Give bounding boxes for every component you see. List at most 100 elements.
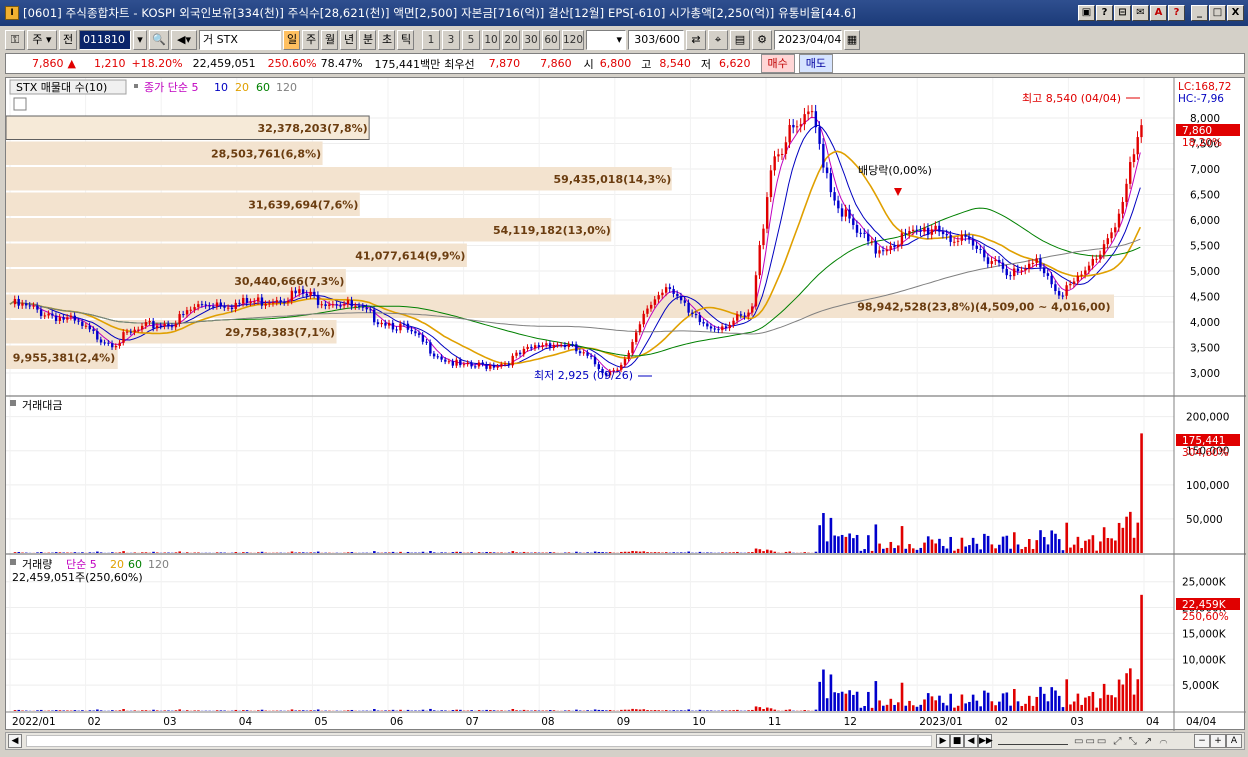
period-week[interactable]: 주 xyxy=(302,30,319,50)
volume-bar xyxy=(406,709,410,711)
minimize-button[interactable]: _ xyxy=(1191,5,1208,21)
candle-body xyxy=(425,341,428,343)
period-minute[interactable]: 분 xyxy=(359,30,376,50)
font-icon[interactable]: A xyxy=(1150,5,1167,21)
grid-toggle-icon[interactable] xyxy=(13,97,27,111)
period-month[interactable]: 월 xyxy=(321,30,338,50)
amount-tag: 175,441 xyxy=(1182,435,1225,447)
candle-body xyxy=(111,343,114,348)
interval-60[interactable]: 60 xyxy=(542,30,560,50)
play-icon[interactable]: ▶ xyxy=(936,734,950,748)
link-icon[interactable]: ▣ xyxy=(1078,5,1095,21)
interval-120[interactable]: 120 xyxy=(562,30,584,50)
amount-bar xyxy=(1016,544,1020,553)
chart-area[interactable]: 32,378,203(7,8%) 28,503,761(6,8%) 59,435,0… xyxy=(5,77,1246,731)
period-day[interactable]: 일 xyxy=(283,30,300,50)
zoom-out-icon[interactable]: − xyxy=(1194,734,1210,748)
mail-icon[interactable]: ✉ xyxy=(1132,5,1149,21)
candle-body xyxy=(915,229,919,231)
amount-bar xyxy=(870,550,874,553)
font-size-icon[interactable]: A xyxy=(1226,734,1242,748)
search-icon[interactable]: 🔍 xyxy=(149,30,169,50)
volume-bar xyxy=(968,701,971,711)
candle-body xyxy=(507,363,511,366)
data-count-total: /600 xyxy=(655,33,680,46)
volume-bar xyxy=(193,710,196,711)
amount-bar xyxy=(1132,537,1136,553)
dropdown-icon[interactable]: ▾ xyxy=(133,30,147,50)
chart-link-icon[interactable]: ⌖ xyxy=(708,30,728,50)
amount-bar xyxy=(1087,539,1091,553)
volume-bar xyxy=(657,710,661,711)
candle-body xyxy=(784,142,788,154)
all-button[interactable]: 전 xyxy=(59,30,77,50)
fast-forward-icon[interactable]: ▶▶ xyxy=(978,734,993,748)
volume-bar xyxy=(1140,594,1143,711)
candle-body xyxy=(129,331,133,333)
open-label: 시 xyxy=(583,57,594,71)
help-icon[interactable]: ? xyxy=(1096,5,1113,21)
calendar-icon[interactable]: ▦ xyxy=(844,30,860,50)
custom-interval-input[interactable]: ▾ xyxy=(586,30,626,50)
close-button[interactable]: X xyxy=(1227,5,1244,21)
transfer-icon[interactable]: ⇄ xyxy=(686,30,706,50)
candle-body xyxy=(803,114,806,125)
candle-body xyxy=(814,111,818,128)
volume-bar xyxy=(605,710,608,711)
volume-bar xyxy=(840,691,844,711)
speaker-icon[interactable]: ◀▾ xyxy=(171,30,197,50)
candle-body xyxy=(998,259,1001,263)
info-icon[interactable]: ? xyxy=(1168,5,1185,21)
save-icon[interactable]: ▤ xyxy=(730,30,750,50)
period-year[interactable]: 년 xyxy=(340,30,357,50)
amount-bar xyxy=(88,552,92,553)
candle-body xyxy=(885,249,889,252)
buy-button[interactable]: 매수 xyxy=(760,54,795,73)
interval-10[interactable]: 10 xyxy=(482,30,500,50)
back-icon[interactable]: ◀ xyxy=(964,734,978,748)
stock-name-field[interactable]: 거 STX xyxy=(199,30,281,50)
interval-20[interactable]: 20 xyxy=(502,30,520,50)
period-second[interactable]: 초 xyxy=(378,30,395,50)
volume-bar xyxy=(309,710,313,711)
candle-body xyxy=(1042,267,1046,274)
price-tick-label: 6,500 xyxy=(1190,190,1220,202)
interval-1[interactable]: 1 xyxy=(422,30,440,50)
interval-3[interactable]: 3 xyxy=(442,30,460,50)
volume-bar xyxy=(1114,697,1117,711)
interval-30[interactable]: 30 xyxy=(522,30,540,50)
sell-button[interactable]: 매도 xyxy=(798,54,834,73)
period-tick[interactable]: 틱 xyxy=(397,30,414,50)
settings-icon[interactable]: ⚙ xyxy=(752,30,772,50)
price-tick-label: 7,000 xyxy=(1190,164,1220,176)
candle-body xyxy=(578,351,582,354)
zoom-slider[interactable] xyxy=(998,737,1068,745)
maximize-button[interactable]: □ xyxy=(1209,5,1226,21)
candle-body xyxy=(795,126,799,128)
zoom-in-icon[interactable]: + xyxy=(1210,734,1226,748)
interval-5[interactable]: 5 xyxy=(462,30,480,50)
candle-body xyxy=(234,302,237,310)
stop-icon[interactable]: ■ xyxy=(950,734,964,748)
chart-canvas[interactable]: 32,378,203(7,8%) 28,503,761(6,8%) 59,435,0… xyxy=(6,78,1246,731)
amount-bar xyxy=(623,551,627,553)
volume-bar xyxy=(1069,704,1072,711)
date-input[interactable]: 2023/04/04 xyxy=(774,30,842,50)
scroll-track[interactable] xyxy=(26,735,932,747)
scroll-left-icon[interactable]: ◀ xyxy=(8,734,22,748)
market-select[interactable]: 주 ▾ xyxy=(27,30,57,50)
amount-bar xyxy=(81,552,84,553)
candle-body xyxy=(754,275,758,307)
amount-bar xyxy=(990,544,994,553)
stock-code-input[interactable]: 011810 xyxy=(79,30,131,50)
data-count-field[interactable]: 303/600 xyxy=(628,30,684,50)
candle-body xyxy=(114,346,118,348)
lock-icon[interactable]: ⚿ xyxy=(5,30,25,50)
chart-scrollbar[interactable]: ◀ ▶ ■ ◀ ▶▶ ▭▭▭ ⤢ ⤡ ↗ ⌒ − + A xyxy=(5,732,1245,750)
split-icon[interactable]: ⊟ xyxy=(1114,5,1131,21)
candle-body xyxy=(799,124,803,127)
amount-bar xyxy=(567,552,571,553)
volume-bar xyxy=(62,710,65,711)
drawing-tools-icon[interactable]: ▭▭▭ ⤢ ⤡ ↗ ⌒ xyxy=(1074,736,1194,747)
amount-tag-pct: 304,60% xyxy=(1182,447,1229,459)
